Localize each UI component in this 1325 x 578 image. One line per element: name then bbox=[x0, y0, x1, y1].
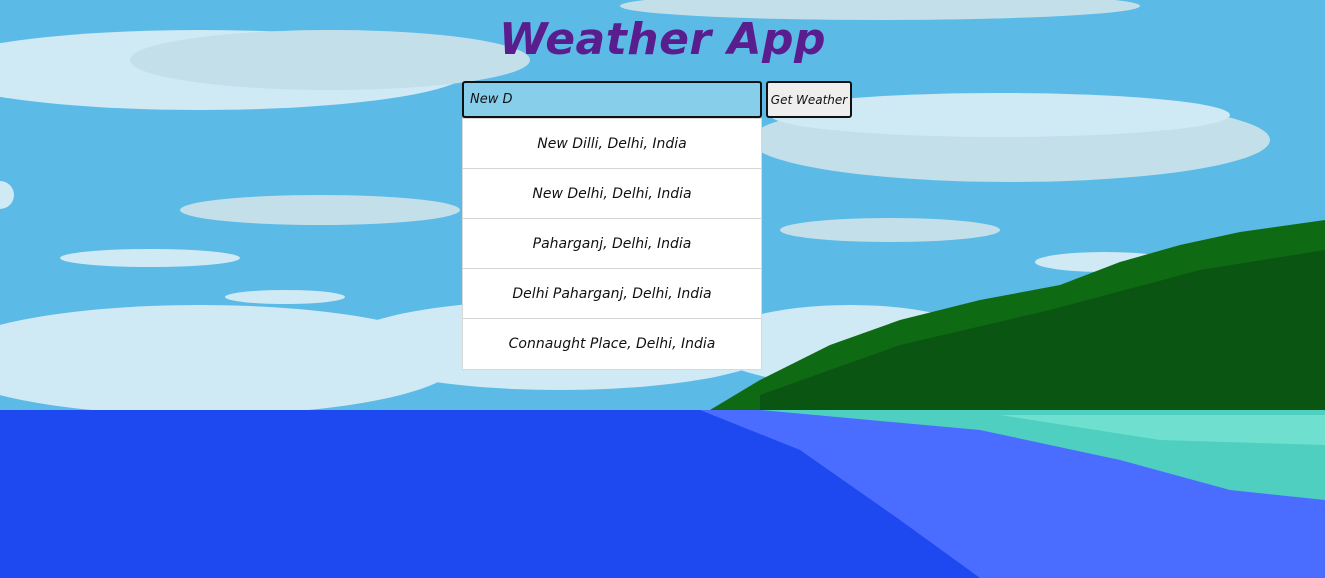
suggestion-item[interactable]: Paharganj, Delhi, India bbox=[463, 219, 761, 269]
suggestion-item[interactable]: Delhi Paharganj, Delhi, India bbox=[463, 269, 761, 319]
suggestion-item[interactable]: Connaught Place, Delhi, India bbox=[463, 319, 761, 369]
suggestion-item[interactable]: New Dilli, Delhi, India bbox=[463, 119, 761, 169]
suggestion-item[interactable]: New Delhi, Delhi, India bbox=[463, 169, 761, 219]
search-input[interactable] bbox=[462, 81, 762, 118]
get-weather-button[interactable]: Get Weather bbox=[766, 81, 852, 118]
suggestions-dropdown: New Dilli, Delhi, India New Delhi, Delhi… bbox=[462, 118, 762, 370]
page-title: Weather App bbox=[498, 14, 826, 65]
